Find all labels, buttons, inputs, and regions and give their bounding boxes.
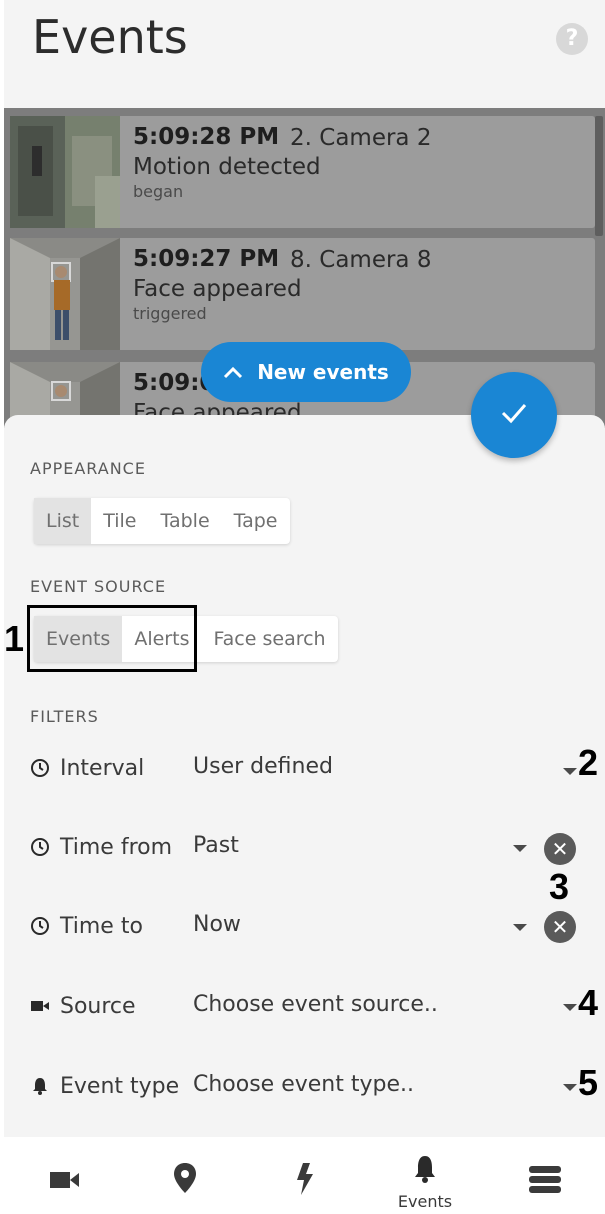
appearance-option-tile[interactable]: Tile — [91, 498, 148, 544]
callout-highlight-box — [27, 605, 197, 672]
chevron-down-icon[interactable] — [563, 1084, 577, 1091]
bell-icon — [413, 1154, 437, 1189]
nav-item-cameras[interactable] — [25, 1137, 105, 1214]
event-source-option-face-search[interactable]: Face search — [201, 616, 337, 662]
nav-item-map[interactable] — [145, 1137, 225, 1214]
callout-marker-4: 4 — [578, 982, 599, 1023]
callout-marker-5: 5 — [578, 1062, 599, 1103]
chevron-down-icon[interactable] — [563, 768, 577, 775]
nav-item-menu[interactable] — [505, 1137, 585, 1214]
event-description: Motion detected — [133, 154, 321, 180]
chevron-up-icon — [223, 360, 243, 384]
appearance-option-tape[interactable]: Tape — [222, 498, 290, 544]
event-time: 5:09:28 PM — [133, 124, 280, 150]
time-to-value[interactable]: Now — [193, 912, 241, 937]
source-label: Source — [60, 994, 136, 1019]
event-thumbnail — [10, 116, 120, 228]
video-camera-icon — [30, 996, 50, 1016]
page-title: Events — [32, 10, 188, 64]
time-to-label: Time to — [60, 914, 143, 939]
lightning-icon — [295, 1163, 315, 1200]
event-thumbnail — [10, 238, 120, 350]
check-icon — [500, 398, 528, 432]
appearance-option-list[interactable]: List — [34, 498, 92, 544]
bell-icon — [30, 1076, 50, 1096]
event-state: began — [133, 182, 184, 201]
time-from-filter[interactable]: Time from Past ✕ — [30, 831, 590, 871]
new-events-button[interactable]: New events — [201, 342, 411, 402]
time-to-filter[interactable]: Time to Now ✕ — [30, 910, 590, 950]
new-events-label: New events — [257, 360, 389, 384]
time-from-value[interactable]: Past — [193, 833, 239, 858]
video-camera-icon — [50, 1170, 80, 1195]
event-type-label: Event type — [60, 1074, 180, 1099]
clock-icon — [30, 758, 50, 778]
map-pin-icon — [173, 1163, 197, 1198]
interval-label: Interval — [60, 756, 145, 781]
clock-icon — [30, 916, 50, 936]
clear-time-from-icon[interactable]: ✕ — [544, 833, 576, 865]
event-description: Face appeared — [133, 276, 302, 302]
clock-icon — [30, 837, 50, 857]
chevron-down-icon[interactable] — [513, 924, 527, 931]
time-from-label: Time from — [60, 835, 173, 860]
source-value[interactable]: Choose event source.. — [193, 992, 438, 1017]
appearance-selector: List Tile Table Tape — [34, 498, 290, 544]
nav-item-actions[interactable] — [265, 1137, 345, 1214]
server-stack-icon — [529, 1166, 561, 1199]
clear-time-to-icon[interactable]: ✕ — [544, 911, 576, 943]
appearance-option-table[interactable]: Table — [149, 498, 222, 544]
nav-item-events[interactable]: Events — [385, 1137, 465, 1214]
event-type-filter[interactable]: Event type Choose event type.. — [30, 1070, 590, 1110]
filters-section-label: FILTERS — [30, 707, 99, 726]
chevron-down-icon[interactable] — [513, 845, 527, 852]
event-time: 5:09:27 PM — [133, 246, 280, 272]
event-source-section-label: EVENT SOURCE — [30, 577, 167, 596]
callout-marker-3: 3 — [549, 866, 570, 907]
nav-label-events: Events — [397, 1192, 453, 1211]
event-state: triggered — [133, 304, 207, 323]
event-type-value[interactable]: Choose event type.. — [193, 1072, 414, 1097]
appearance-section-label: APPEARANCE — [30, 459, 146, 478]
bottom-navigation: Events — [0, 1137, 605, 1214]
callout-marker-2: 2 — [578, 742, 599, 783]
apply-filters-button[interactable] — [471, 372, 557, 458]
event-card[interactable]: 5:09:27 PM 8. Camera 8 Face appeared tri… — [10, 238, 595, 350]
event-camera: 2. Camera 2 — [290, 125, 432, 151]
interval-filter[interactable]: Interval User defined — [30, 752, 590, 792]
event-card[interactable]: 5:09:28 PM 2. Camera 2 Motion detected b… — [10, 116, 595, 228]
chevron-down-icon[interactable] — [563, 1004, 577, 1011]
list-scrollbar[interactable] — [595, 116, 603, 236]
help-icon[interactable]: ? — [556, 23, 588, 55]
interval-value[interactable]: User defined — [193, 754, 333, 779]
event-camera: 8. Camera 8 — [290, 247, 432, 273]
app-header: Events ? — [4, 0, 605, 108]
source-filter[interactable]: Source Choose event source.. — [30, 990, 590, 1030]
callout-marker-1: 1 — [4, 618, 25, 659]
